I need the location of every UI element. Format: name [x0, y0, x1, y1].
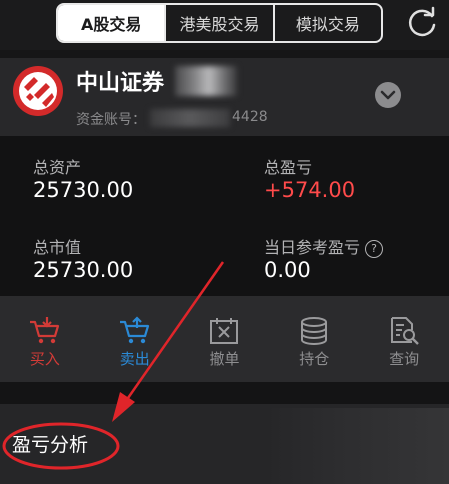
broker-name: 中山证券 — [76, 71, 165, 96]
buy-button[interactable]: 买入 — [0, 296, 90, 382]
top-bar: A股交易 港美股交易 模拟交易 — [0, 0, 449, 50]
buy-label: 买入 — [29, 350, 60, 368]
total-assets-label: 总资产 — [33, 158, 82, 177]
sell-button[interactable]: 卖出 — [90, 296, 180, 382]
account-number-tail: 4428 — [232, 109, 268, 125]
asset-stats: 总资产 25730.00 总盈亏 +574.00 总市值 25730.00 当日… — [0, 136, 449, 296]
cancel-order-label: 撤单 — [209, 350, 240, 368]
total-pnl-value: +574.00 — [264, 178, 356, 202]
query-label: 查询 — [389, 350, 420, 368]
account-name-blur — [175, 66, 237, 96]
tab-hk-us[interactable]: 港美股交易 — [164, 5, 272, 41]
daily-pnl-label: 当日参考盈亏 — [264, 238, 361, 257]
trade-mode-tabs: A股交易 港美股交易 模拟交易 — [56, 3, 383, 43]
pnl-analysis-label: 盈亏分析 — [12, 434, 89, 456]
sell-cart-icon — [119, 316, 149, 344]
holdings-button[interactable]: 持仓 — [269, 296, 359, 382]
holdings-icon — [301, 317, 328, 345]
trade-actions: 买入 卖出 撤单 持仓 查询 — [0, 296, 449, 382]
section-divider — [0, 382, 449, 404]
account-number-label: 资金账号： — [76, 112, 146, 128]
holdings-label: 持仓 — [299, 350, 330, 368]
chevron-down-icon[interactable] — [374, 81, 402, 109]
market-value-value: 25730.00 — [33, 258, 134, 282]
tab-a-share[interactable]: A股交易 — [58, 5, 165, 41]
query-icon — [391, 317, 419, 345]
cancel-order-button[interactable]: 撤单 — [180, 296, 270, 382]
help-icon[interactable]: ? — [365, 240, 384, 258]
buy-cart-icon — [29, 317, 59, 344]
account-number-blur — [150, 109, 230, 127]
blur-patch — [265, 408, 449, 484]
query-button[interactable]: 查询 — [359, 296, 449, 382]
total-assets-value: 25730.00 — [33, 178, 134, 202]
broker-logo-icon — [13, 66, 63, 116]
refresh-icon[interactable] — [405, 6, 439, 40]
total-pnl-label: 总盈亏 — [264, 158, 313, 177]
market-value-label: 总市值 — [33, 238, 82, 257]
sell-label: 卖出 — [119, 350, 150, 368]
daily-pnl-value: 0.00 — [264, 258, 311, 282]
cancel-order-icon — [210, 318, 239, 344]
daily-pnl-group: 当日参考盈亏? — [264, 234, 384, 258]
tab-simulated[interactable]: 模拟交易 — [272, 5, 381, 41]
